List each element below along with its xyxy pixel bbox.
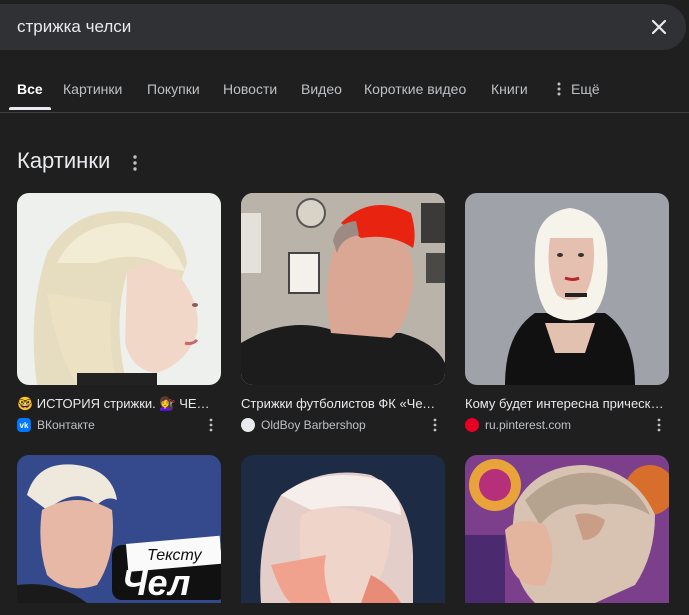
close-icon	[651, 19, 667, 35]
oldboy-icon	[241, 418, 255, 432]
result-caption[interactable]: 🤓 ИСТОРИЯ стрижки. 💇‍♀️ ЧЕЛСИ	[17, 395, 217, 412]
result-thumbnail[interactable]	[241, 455, 445, 615]
more-vert-icon[interactable]	[431, 417, 439, 433]
search-input[interactable]: стрижка челси	[17, 4, 131, 50]
tab-books[interactable]: Книги	[491, 81, 528, 97]
result-caption[interactable]: Кому будет интересна прическа челси	[465, 395, 665, 412]
overlay-text-line2: Чел	[122, 562, 190, 603]
active-tab-indicator	[9, 107, 51, 110]
source-name: ВКонтакте	[37, 418, 95, 432]
clear-search-button[interactable]	[645, 13, 673, 41]
tab-videos[interactable]: Видео	[301, 81, 342, 97]
search-tabs: Все Картинки Покупки Новости Видео Корот…	[0, 72, 689, 113]
tab-shopping[interactable]: Покупки	[147, 81, 200, 97]
result-source[interactable]: vk ВКонтакте	[17, 416, 221, 434]
more-vert-icon[interactable]	[556, 81, 562, 97]
result-source[interactable]: OldBoy Barbershop	[241, 416, 445, 434]
source-name: OldBoy Barbershop	[261, 418, 366, 432]
source-name: ru.pinterest.com	[485, 418, 572, 432]
tab-images[interactable]: Картинки	[63, 81, 122, 97]
image-result-card[interactable]: Стрижки футболистов ФК «Челси» OldBoy Ba…	[241, 193, 445, 434]
result-thumbnail[interactable]	[17, 193, 221, 385]
image-result-card[interactable]: Кому будет интересна прическа челси ru.p…	[465, 193, 669, 434]
tab-news[interactable]: Новости	[223, 81, 277, 97]
tab-short-videos[interactable]: Короткие видео	[364, 81, 466, 97]
result-caption[interactable]: Стрижки футболистов ФК «Челси»	[241, 395, 441, 412]
result-source[interactable]: ru.pinterest.com	[465, 416, 669, 434]
result-thumbnail[interactable]	[465, 193, 669, 385]
search-bar[interactable]: стрижка челси	[0, 4, 686, 50]
image-result-card[interactable]: 🤓 ИСТОРИЯ стрижки. 💇‍♀️ ЧЕЛСИ vk ВКонтак…	[17, 193, 221, 434]
result-thumbnail[interactable]	[241, 193, 445, 385]
vk-icon: vk	[17, 418, 31, 432]
images-section-title: Картинки	[17, 148, 111, 173]
result-thumbnail[interactable]	[465, 455, 669, 615]
section-menu-icon[interactable]	[128, 153, 142, 173]
tab-more[interactable]: Ещё	[571, 81, 600, 97]
pinterest-icon	[465, 418, 479, 432]
result-thumbnail[interactable]: Тексту Чел	[17, 455, 221, 615]
more-vert-icon[interactable]	[655, 417, 663, 433]
more-vert-icon[interactable]	[207, 417, 215, 433]
tab-all[interactable]: Все	[17, 81, 43, 97]
